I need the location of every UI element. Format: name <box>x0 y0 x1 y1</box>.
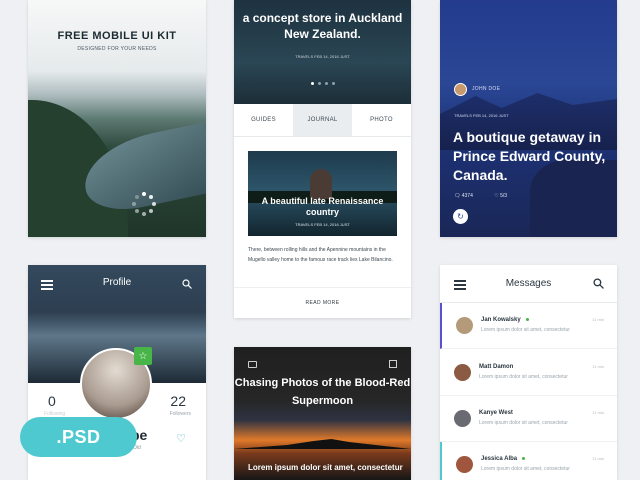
journal-hero: a concept store in Auckland New Zealand.… <box>234 0 411 104</box>
message-sender: Jessica Alba <box>481 456 526 462</box>
messages-title: Messages <box>505 278 552 289</box>
loading-spinner-icon <box>132 192 156 216</box>
supermoon-card: Chasing Photos of the Blood-Red Supermoo… <box>234 347 411 480</box>
following-count: 0 <box>48 393 56 409</box>
messages-card: Messages Jan Kowalsky Lorem ipsum dolor … <box>440 265 617 480</box>
avatar <box>456 317 473 334</box>
journal-tabs: GUIDES JOURNAL PHOTO <box>234 104 411 137</box>
avatar <box>456 456 473 473</box>
message-preview: Lorem ipsum dolor sit amet, consectetur <box>479 374 568 380</box>
edit-icon[interactable] <box>389 360 397 368</box>
carousel-dot[interactable] <box>331 82 335 85</box>
share-icon[interactable]: ↻ <box>453 209 468 224</box>
author-name[interactable]: JOHN DOE <box>472 86 500 92</box>
article-meta: TRAVELS FEB 14, 2016 JUST <box>295 222 350 227</box>
online-indicator <box>522 456 526 460</box>
message-sender: Kanye West <box>479 410 513 416</box>
message-time: 11 min <box>592 317 604 322</box>
message-time: 11 min <box>592 364 604 369</box>
profile-title: Profile <box>102 277 132 288</box>
feature-card: JOHN DOE TRAVELS FEB 14, 2016 JUST A bou… <box>440 0 617 237</box>
avatar <box>454 364 471 381</box>
search-icon[interactable] <box>593 278 604 289</box>
article-body: There, between rolling hills and the Ape… <box>248 247 393 263</box>
star-icon[interactable]: ☆ <box>134 347 152 365</box>
message-row[interactable]: Matt Damon Lorem ipsum dolor sit amet, c… <box>440 350 617 396</box>
message-row[interactable]: Kanye West Lorem ipsum dolor sit amet, c… <box>440 396 617 442</box>
feature-stats: 🗨 4374 ♡ 5/3 <box>454 193 527 199</box>
camera-icon[interactable] <box>248 361 257 368</box>
supermoon-title[interactable]: Chasing Photos of the Blood-Red Supermoo… <box>234 374 411 410</box>
splash-subtitle: DESIGNED FOR YOUR NEEDS <box>77 46 157 52</box>
comments-count[interactable]: 🗨 4374 <box>454 193 483 199</box>
carousel-dot[interactable] <box>324 82 328 85</box>
psd-badge: .PSD <box>20 417 137 457</box>
journal-card: a concept store in Auckland New Zealand.… <box>234 0 411 318</box>
message-preview: Lorem ipsum dolor sit amet, consectetur <box>481 327 570 333</box>
splash-card: FREE MOBILE UI KIT DESIGNED FOR YOUR NEE… <box>28 0 206 237</box>
carousel-dots[interactable] <box>234 72 411 90</box>
tab-journal[interactable]: JOURNAL <box>293 104 352 136</box>
message-time: 11 min <box>592 410 604 415</box>
splash-title: FREE MOBILE UI KIT <box>57 30 177 42</box>
feature-title[interactable]: A boutique getaway in Prince Edward Coun… <box>453 128 613 185</box>
search-icon[interactable] <box>182 279 192 289</box>
avatar[interactable] <box>454 83 467 96</box>
message-preview: Lorem ipsum dolor sit amet, consectetur <box>481 466 570 472</box>
article-title[interactable]: A beautiful late Renaissance country <box>248 196 397 218</box>
message-preview: Lorem ipsum dolor sit amet, consectetur <box>479 420 568 426</box>
message-sender: Matt Damon <box>479 364 514 370</box>
hero-meta: TRAVELS FEB 14, 2016 JUST <box>295 54 350 59</box>
likes-count[interactable]: ♡ 5/3 <box>494 193 517 199</box>
followers-count: 22 <box>170 393 186 409</box>
message-row[interactable]: Jessica Alba Lorem ipsum dolor sit amet,… <box>440 442 617 480</box>
avatar <box>454 410 471 427</box>
carousel-dot[interactable] <box>317 82 321 85</box>
tab-photo[interactable]: PHOTO <box>352 104 411 136</box>
carousel-dot[interactable] <box>310 82 314 85</box>
heart-icon[interactable]: ♡ <box>176 432 186 445</box>
message-time: 11 min <box>592 456 604 461</box>
online-indicator <box>525 317 529 321</box>
supermoon-excerpt: Lorem ipsum dolor sit amet, consectetur <box>248 463 403 472</box>
messages-header: Messages <box>440 265 617 303</box>
feature-meta: TRAVELS FEB 14, 2016 JUST <box>454 113 509 118</box>
tab-guides[interactable]: GUIDES <box>234 104 293 136</box>
read-more-button[interactable]: READ MORE <box>234 287 411 318</box>
message-sender: Jan Kowalsky <box>481 317 529 323</box>
hero-title[interactable]: a concept store in Auckland New Zealand. <box>234 10 411 42</box>
followers-label: Followers <box>169 411 191 417</box>
message-row[interactable]: Jan Kowalsky Lorem ipsum dolor sit amet,… <box>440 303 617 349</box>
